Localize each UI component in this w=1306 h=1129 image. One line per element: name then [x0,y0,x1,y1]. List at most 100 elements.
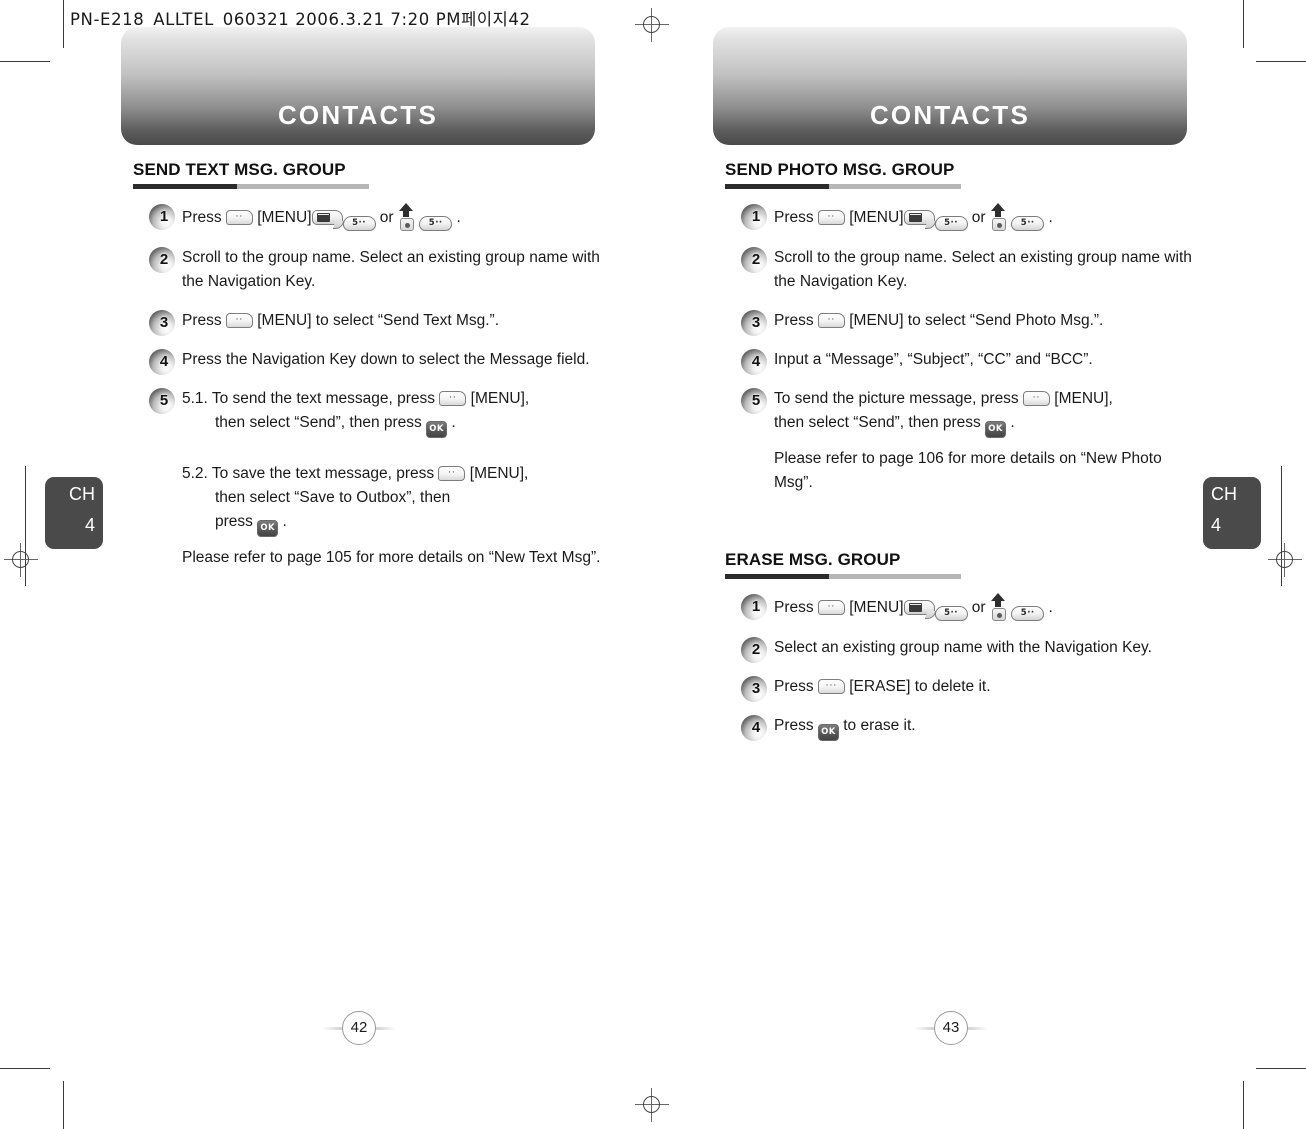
step-number-badge: 3 [741,676,767,702]
menu-soft-key: ·· [439,391,467,406]
step-number-badge: 4 [741,715,767,741]
step-text: Please refer to page 105 for more detail… [182,549,601,566]
step-text: 5.2. To save the text message, press [182,465,439,482]
navigation-up-key [990,203,1007,231]
step-text: Press the Navigation Key down to select … [182,351,590,368]
step-text: [MENU], [466,390,530,407]
step-body: Press ·· [MENU] 5·· or 5·· . [774,593,1195,621]
soft-key-dots: ··· [825,681,838,691]
step-line: then select “Send”, then press OK . [182,411,603,438]
step-line: Press ·· [MENU] 5·· or 5·· . [774,593,1195,621]
manual-section: SEND TEXT MSG. GROUP 1 Press ·· [MENU] 5·· … [133,160,603,585]
section-underline [725,184,961,189]
step-text: [MENU] [252,209,312,226]
step-text: 5.1. To send the text message, press [182,390,440,407]
step-text: . [1006,414,1015,431]
left-page: CONTACTS SEND TEXT MSG. GROUP 1 Press ·· [… [28,0,608,1129]
step-body: Press ·· [MENU] 5·· or 5·· . [774,203,1195,231]
step-line: Press ·· [MENU] 5·· or 5·· . [182,203,603,231]
section-underline [725,574,961,579]
step-line: then select “Send”, then press OK . [774,411,1195,438]
step-text: [MENU], [465,465,529,482]
up-arrow-stem [994,210,1001,217]
step-number-badge: 2 [741,247,767,273]
step-number-badge: 1 [149,204,175,230]
step-number: 1 [751,598,761,615]
number-5-key: 5·· [342,216,376,231]
step-number-badge: 1 [741,204,767,230]
number-5-key: 5·· [934,216,968,231]
step-body: Select an existing group name with the N… [774,636,1195,660]
step-number: 4 [751,353,761,370]
step-item: 2 Scroll to the group name. Select an exi… [725,246,1195,294]
step-body: Input a “Message”, “Subject”, “CC” and “… [774,348,1195,372]
step-line: Scroll to the group name. Select an exis… [774,246,1195,294]
crop-mark-bottom-right-vertical [1243,1081,1244,1129]
ok-key: OK [426,421,448,438]
step-line: press OK . [182,510,603,537]
step-text: Select an existing group name with the N… [774,639,1152,656]
soft-key-dots: ·· [235,212,244,222]
step-number: 4 [159,353,169,370]
page-number: 42 [342,1011,376,1045]
step-text: or [967,209,990,226]
step-body: Press the Navigation Key down to select … [182,348,603,372]
soft-key-dots: ·· [827,315,836,325]
manual-section: ERASE MSG. GROUP 1 Press ·· [MENU] 5·· or 5… [725,550,1195,756]
step-number: 4 [751,719,761,736]
step-body: Press ·· [MENU] 5·· or 5·· . [182,203,603,231]
step-line: 5.1. To send the text message, press ·· … [182,387,603,411]
step-item: 2 Scroll to the group name. Select an exi… [133,246,603,294]
chapter-tab-letter-c: CH [1211,484,1237,504]
step-item: 3 Press ·· [MENU] to select “Send Text Ms… [133,309,603,336]
soft-key-dots: ·· [827,212,836,222]
manual-page-spread: PN-E218_ALLTEL_060321 2006.3.21 7:20 PM페… [0,0,1306,1129]
step-text: . [278,513,287,530]
step-item: 4 Press OK to erase it. [725,714,1195,741]
step-number-badge: 2 [149,247,175,273]
step-number: 3 [751,314,761,331]
step-number: 1 [159,208,169,225]
page-banner: CONTACTS [713,27,1187,145]
number-5-key: 5·· [1011,606,1045,621]
step-body: Scroll to the group name. Select an exis… [774,246,1195,294]
step-text: Press [774,209,818,226]
step-text: Scroll to the group name. Select an exis… [182,249,600,290]
section-heading: SEND TEXT MSG. GROUP [133,160,346,179]
page-number-badge: 43 [914,1011,988,1045]
step-text: [MENU] to select “Send Photo Msg.”. [844,312,1104,329]
step-body: Press ·· [MENU] to select “Send Photo Ms… [774,309,1195,333]
page-number: 43 [934,1011,968,1045]
step-number-badge: 5 [149,388,175,414]
step-number: 5 [751,392,761,409]
step-line: then select “Save to Outbox”, then [182,486,603,510]
step-number-badge: 3 [741,310,767,336]
step-number-badge: 2 [741,637,767,663]
step-text: . [1044,599,1053,616]
soft-key-dots: ·· [448,468,456,478]
step-spacer [182,438,603,462]
step-text: . [1044,209,1053,226]
step-text: Please refer to page 106 for more detail… [774,450,1162,491]
message-key [311,210,344,229]
menu-soft-key: ·· [1023,391,1050,406]
step-line: Scroll to the group name. Select an exis… [182,246,603,294]
section-heading: ERASE MSG. GROUP [725,550,901,569]
step-body: 5.1. To send the text message, press ·· … [182,387,603,570]
message-key [903,210,936,229]
soft-key-dots: ·· [827,602,836,612]
step-text: to erase it. [838,717,916,734]
step-note-line: Please refer to page 106 for more detail… [774,447,1195,495]
page-banner: CONTACTS [121,27,595,145]
step-line: Press ·· [MENU] to select “Send Photo Ms… [774,309,1195,333]
step-number: 2 [751,251,761,268]
step-number-badge: 1 [741,594,767,620]
step-number-badge: 4 [741,349,767,375]
step-body: Press ··· [ERASE] to delete it. [774,675,1195,699]
step-item: 4 Press the Navigation Key down to select… [133,348,603,375]
ok-key: OK [985,421,1007,438]
step-text: . [447,414,456,431]
step-text: [MENU] [844,599,904,616]
step-number: 3 [159,314,169,331]
step-line: Press ·· [MENU] 5·· or 5·· . [774,203,1195,231]
